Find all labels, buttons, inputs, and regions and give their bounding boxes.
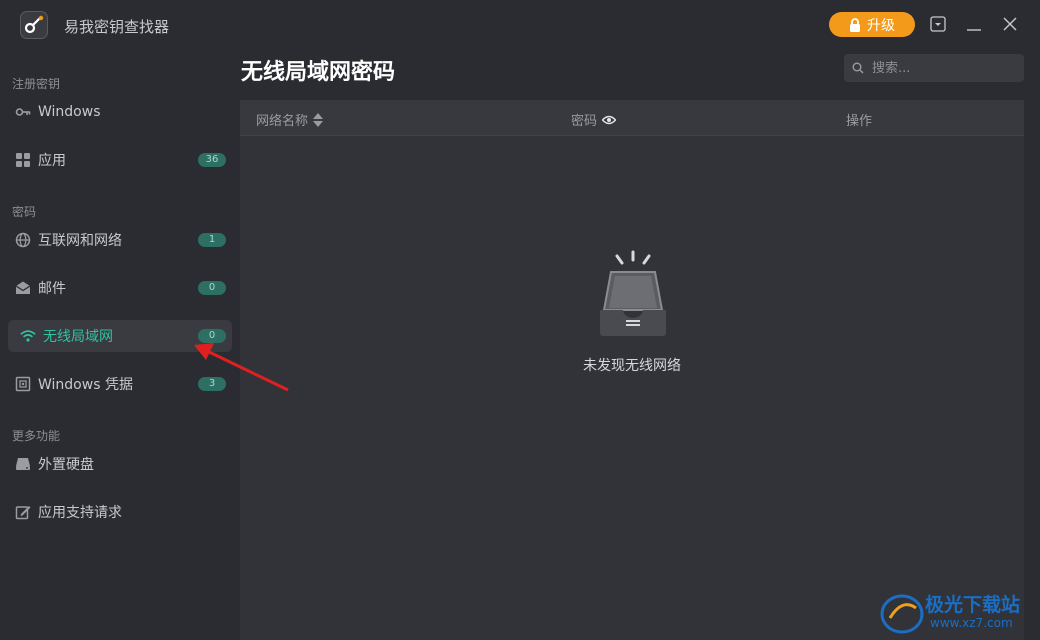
title-bar: 易我密钥查找器 升级 — [0, 0, 1040, 50]
sidebar-item-windows[interactable]: Windows — [8, 96, 232, 128]
sidebar-item-windows-credentials[interactable]: Windows 凭据 3 — [8, 368, 232, 400]
upgrade-label: 升级 — [867, 17, 895, 34]
column-actions: 操作 — [846, 110, 872, 129]
apps-grid-icon — [15, 152, 31, 168]
watermark-url: www.xz7.com — [930, 616, 1013, 630]
sidebar-item-label: Windows 凭据 — [38, 377, 133, 393]
close-icon — [1003, 17, 1017, 31]
column-network-name[interactable]: 网络名称 — [256, 110, 324, 129]
edit-icon — [15, 504, 31, 520]
content-panel: 网络名称 密码 操作 未发现无线网络 — [240, 100, 1024, 640]
empty-state-message: 未发现无线网络 — [583, 358, 681, 374]
sidebar: 注册密钥 Windows 应用 36 密码 互联网和网络 1 邮件 0 无线局域… — [0, 50, 240, 640]
count-badge: 1 — [198, 233, 226, 247]
eye-icon[interactable] — [602, 115, 617, 125]
sidebar-item-label: 无线局域网 — [43, 329, 113, 345]
search-input[interactable] — [870, 59, 1014, 77]
section-passwords: 密码 — [12, 205, 37, 219]
sidebar-item-label: 互联网和网络 — [38, 233, 122, 249]
dropdown-menu-button[interactable] — [928, 14, 948, 34]
section-more-features: 更多功能 — [12, 429, 61, 443]
app-logo — [20, 11, 48, 39]
sidebar-item-label: Windows — [38, 104, 101, 120]
sidebar-item-label: 外置硬盘 — [38, 457, 94, 473]
sidebar-item-internet[interactable]: 互联网和网络 1 — [8, 224, 232, 256]
mail-icon — [15, 280, 31, 296]
count-badge: 0 — [198, 329, 226, 343]
sidebar-item-label: 应用 — [38, 153, 66, 169]
column-password: 密码 — [571, 110, 617, 129]
count-badge: 36 — [198, 153, 226, 167]
menu-dropdown-icon — [930, 16, 946, 32]
watermark-name: 极光下载站 — [925, 594, 1021, 616]
upgrade-button[interactable]: 升级 — [829, 12, 915, 37]
search-box[interactable] — [844, 54, 1024, 82]
minimize-button[interactable] — [964, 14, 984, 34]
close-button[interactable] — [1000, 14, 1020, 34]
column-label: 网络名称 — [256, 114, 309, 129]
app-title: 易我密钥查找器 — [64, 18, 170, 36]
safe-icon — [15, 376, 31, 392]
empty-inbox-icon — [595, 250, 675, 340]
minimize-icon — [967, 29, 981, 31]
globe-icon — [15, 232, 31, 248]
table-header: 网络名称 密码 操作 — [240, 100, 1024, 136]
sidebar-item-apps[interactable]: 应用 36 — [8, 144, 232, 176]
page-title: 无线局域网密码 — [241, 60, 396, 85]
sidebar-item-label: 邮件 — [38, 281, 66, 297]
sidebar-item-external-drive[interactable]: 外置硬盘 — [8, 448, 232, 480]
sidebar-item-mail[interactable]: 邮件 0 — [8, 272, 232, 304]
count-badge: 0 — [198, 281, 226, 295]
column-label: 密码 — [571, 114, 598, 129]
lock-icon — [850, 17, 860, 32]
wifi-icon — [20, 328, 36, 344]
sidebar-item-label: 应用支持请求 — [38, 505, 122, 521]
search-icon — [852, 62, 864, 74]
sort-icon — [313, 112, 324, 127]
hard-drive-icon — [15, 456, 31, 472]
section-registration-keys: 注册密钥 — [12, 77, 61, 91]
column-label: 操作 — [846, 114, 873, 129]
sidebar-item-support-request[interactable]: 应用支持请求 — [8, 496, 232, 528]
key-icon — [15, 104, 31, 120]
count-badge: 3 — [198, 377, 226, 391]
sidebar-item-wlan[interactable]: 无线局域网 0 — [8, 320, 232, 352]
